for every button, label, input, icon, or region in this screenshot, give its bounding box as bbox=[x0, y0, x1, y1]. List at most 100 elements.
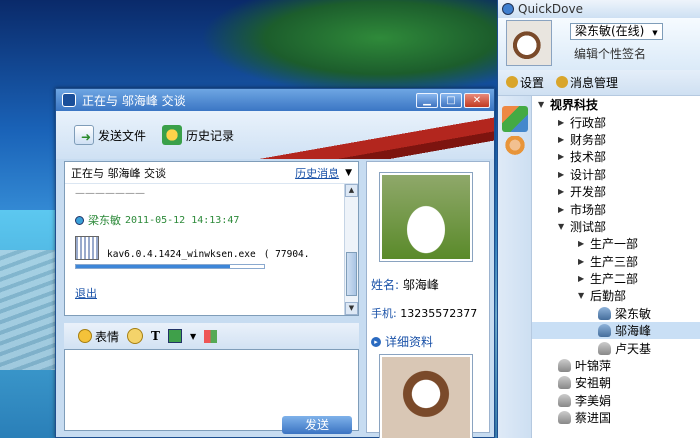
message-scrollbar[interactable]: ▲ ▼ bbox=[344, 184, 358, 315]
tree-user-item[interactable]: 梁东敏 bbox=[532, 305, 700, 322]
tree-item-label: 开发部 bbox=[570, 185, 607, 200]
file-name: kav6.0.4.1424_winwksen.exe bbox=[107, 248, 256, 260]
send-file-button[interactable]: ➜ 发送文件 bbox=[74, 125, 146, 145]
face-icon[interactable] bbox=[127, 328, 144, 344]
message-input[interactable]: 发送 bbox=[64, 349, 359, 434]
history-button[interactable]: 历史记录 bbox=[162, 125, 234, 145]
message-header: 正在与 邬海峰 交谈 历史消息 ▼ bbox=[65, 162, 358, 184]
message-pane[interactable]: 正在与 邬海峰 交谈 历史消息 ▼ ——————— 梁东敏 2011-05-12… bbox=[64, 161, 359, 316]
tree-group-item[interactable]: ▶ 开发部 bbox=[532, 183, 700, 200]
user-status-text: 梁东敏(在线) bbox=[575, 24, 645, 38]
tree-group-item[interactable]: ▶ 生产一部 bbox=[532, 235, 700, 252]
expanded-arrow-icon[interactable]: ▼ bbox=[558, 222, 570, 231]
contact-card: 姓名: 邬海峰 手机: 13235572377 ▸ 详细资料 bbox=[366, 161, 490, 438]
tree-item-label: 市场部 bbox=[570, 202, 607, 217]
user-icon bbox=[598, 306, 611, 320]
main-window-title: QuickDove bbox=[518, 2, 583, 16]
tree-group-item[interactable]: ▶ 财务部 bbox=[532, 131, 700, 148]
scroll-thumb[interactable] bbox=[346, 252, 357, 296]
collapsed-arrow-icon[interactable]: ▶ bbox=[558, 118, 570, 127]
tree-item-label: 设计部 bbox=[570, 167, 607, 182]
tree-user-item[interactable]: 卢天基 bbox=[532, 339, 700, 356]
pagoda-roof-decoration bbox=[244, 111, 494, 159]
tree-group-item[interactable]: ▶ 设计部 bbox=[532, 166, 700, 183]
collapsed-arrow-icon[interactable]: ▶ bbox=[578, 239, 590, 248]
contact-name-row: 姓名: 邬海峰 bbox=[371, 276, 489, 293]
tree-group-item[interactable]: ▼ 测试部 bbox=[532, 218, 700, 235]
tree-item-label: 技术部 bbox=[570, 150, 607, 165]
chat-titlebar[interactable]: 正在与 邬海峰 交谈 ▁ □ ✕ bbox=[56, 89, 494, 111]
emoji-button[interactable]: 表情 bbox=[78, 328, 119, 345]
tree-item-label: 后勤部 bbox=[590, 289, 627, 304]
chat-window: 正在与 邬海峰 交谈 ▁ □ ✕ ➜ 发送文件 历史记录 正在与 邬海峰 交谈 … bbox=[55, 88, 495, 438]
rabbit-image bbox=[382, 175, 470, 259]
tree-user-item[interactable]: 蔡进国 bbox=[532, 409, 700, 426]
tree-group-item[interactable]: ▼ 后勤部 bbox=[532, 287, 700, 304]
main-titlebar[interactable]: QuickDove bbox=[498, 0, 700, 18]
collapsed-arrow-icon[interactable]: ▶ bbox=[558, 152, 570, 161]
settings-label: 设置 bbox=[520, 76, 545, 90]
history-label: 历史记录 bbox=[186, 128, 235, 143]
collapsed-arrow-icon[interactable]: ▶ bbox=[578, 257, 590, 266]
collapsed-arrow-icon[interactable]: ▶ bbox=[558, 187, 570, 196]
desktop-wallpaper-pier bbox=[0, 250, 60, 370]
avatar[interactable] bbox=[506, 20, 552, 66]
tree-group-item[interactable]: ▶ 生产三部 bbox=[532, 253, 700, 270]
main-menu: 设置 消息管理 bbox=[498, 70, 700, 96]
screenshot-dropdown-icon[interactable]: ▼ bbox=[190, 332, 196, 341]
close-button[interactable]: ✕ bbox=[464, 92, 490, 108]
tree-group-item[interactable]: ▶ 生产二部 bbox=[532, 270, 700, 287]
user-icon bbox=[598, 324, 611, 338]
tree-user-item[interactable]: 李美娟 bbox=[532, 392, 700, 409]
tree-item-label: 蔡进国 bbox=[575, 411, 612, 426]
org-tab-icon[interactable] bbox=[502, 106, 528, 132]
tree-user-item[interactable]: 邬海峰 bbox=[532, 322, 700, 340]
file-size: ( 77904. bbox=[263, 248, 310, 260]
contact-phone-row: 手机: 13235572377 bbox=[371, 305, 489, 321]
send-file-label: 发送文件 bbox=[98, 128, 147, 143]
messages-label: 消息管理 bbox=[570, 76, 619, 90]
status-dropdown[interactable]: 梁东敏(在线) ▼ bbox=[570, 23, 663, 40]
tree-group-item[interactable]: ▶ 行政部 bbox=[532, 113, 700, 130]
signature-field[interactable]: 编辑个性签名 bbox=[574, 45, 646, 62]
cancel-transfer-link[interactable]: 退出 bbox=[75, 285, 348, 301]
details-link[interactable]: ▸ 详细资料 bbox=[371, 333, 489, 350]
messages-menu[interactable]: 消息管理 bbox=[556, 74, 618, 91]
collapsed-arrow-icon[interactable]: ▶ bbox=[578, 274, 590, 283]
collapsed-arrow-icon[interactable]: ▶ bbox=[558, 205, 570, 214]
font-icon[interactable]: T bbox=[151, 329, 160, 343]
collapsed-arrow-icon[interactable]: ▶ bbox=[558, 135, 570, 144]
maximize-button[interactable]: □ bbox=[440, 92, 462, 108]
message-icon bbox=[556, 76, 569, 88]
collapsed-arrow-icon[interactable]: ▶ bbox=[558, 170, 570, 179]
emoji-label: 表情 bbox=[95, 329, 120, 344]
screenshot-icon[interactable] bbox=[167, 329, 182, 343]
tree-group-item[interactable]: ▼ 视界科技 bbox=[532, 96, 700, 113]
tree-group-item[interactable]: ▶ 市场部 bbox=[532, 200, 700, 217]
send-button[interactable]: 发送 bbox=[282, 416, 352, 434]
tree-item-label: 测试部 bbox=[570, 219, 607, 234]
scroll-up-arrow[interactable]: ▲ bbox=[345, 184, 358, 197]
tree-user-item[interactable]: 叶锦萍 bbox=[532, 357, 700, 374]
tree-item-label: 视界科技 bbox=[550, 98, 599, 113]
file-progress-fill bbox=[76, 265, 231, 268]
dropdown-arrow-icon[interactable]: ▼ bbox=[345, 168, 352, 178]
scroll-down-arrow[interactable]: ▼ bbox=[345, 302, 358, 315]
user-icon bbox=[558, 393, 571, 407]
contact-photo bbox=[379, 172, 473, 262]
tree-item-label: 卢天基 bbox=[615, 341, 652, 356]
contact-tree[interactable]: ▼ 视界科技 ▶ 行政部 ▶ 财务部 ▶ 技术部 ▶ 设计部 ▶ 开发部 ▶ 市场部 ▼ 测试部 ▶ 生产一部 ▶ 生… bbox=[532, 96, 700, 438]
expanded-arrow-icon[interactable]: ▼ bbox=[578, 291, 590, 300]
contacts-tab-icon[interactable] bbox=[502, 136, 528, 162]
history-messages-link[interactable]: 历史消息 bbox=[295, 165, 339, 181]
settings-menu[interactable]: 设置 bbox=[506, 74, 544, 91]
contact-name: 邬海峰 bbox=[402, 278, 439, 292]
tree-group-item[interactable]: ▶ 技术部 bbox=[532, 148, 700, 165]
grid-icon[interactable] bbox=[204, 329, 218, 343]
file-progress-bar bbox=[75, 264, 265, 269]
expanded-arrow-icon[interactable]: ▼ bbox=[538, 100, 550, 109]
main-window: QuickDove 梁东敏(在线) ▼ 编辑个性签名 设置 消息管理 ▼ 视界科技… bbox=[497, 0, 700, 438]
tree-user-item[interactable]: 安祖朝 bbox=[532, 374, 700, 391]
tree-item-label: 邬海峰 bbox=[615, 324, 652, 339]
minimize-button[interactable]: ▁ bbox=[416, 92, 438, 108]
